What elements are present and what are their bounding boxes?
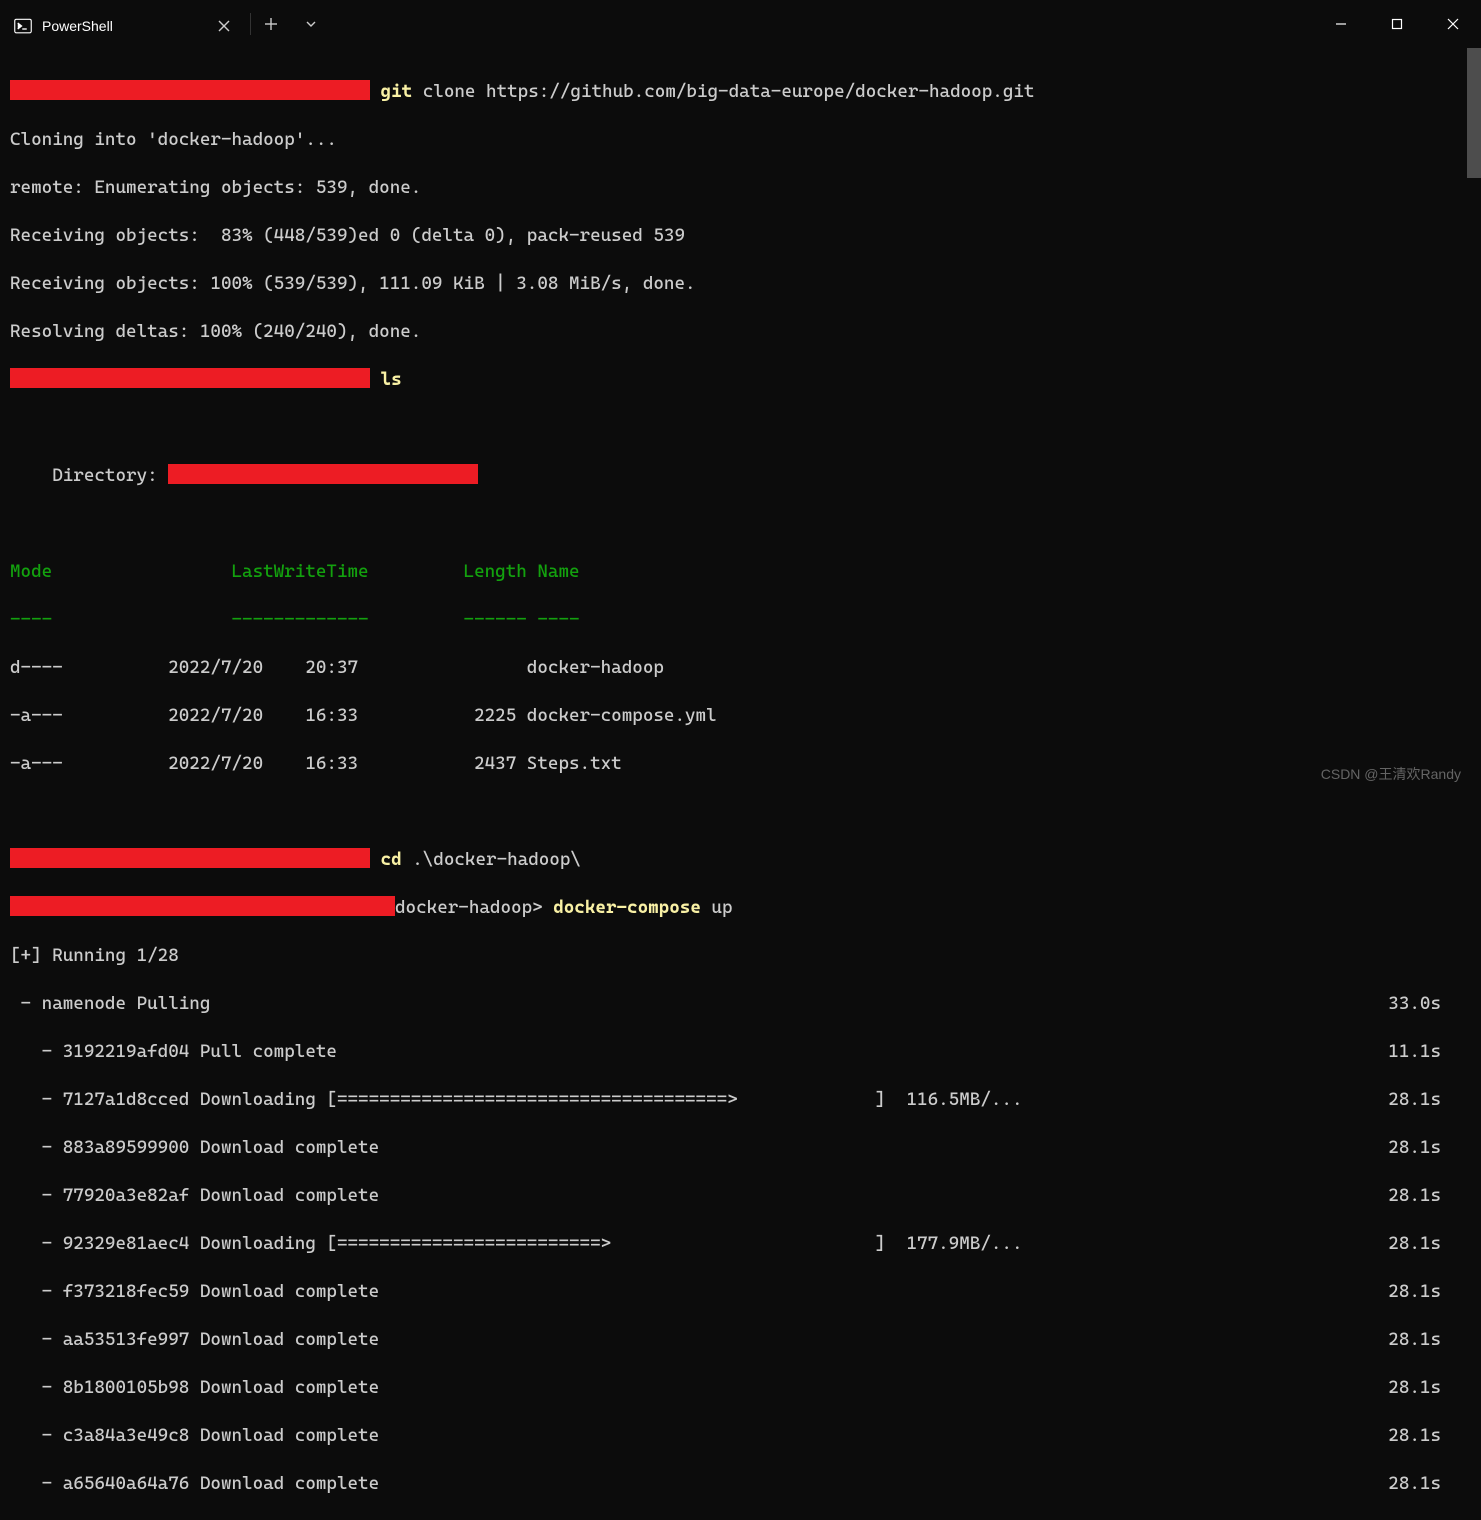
command-args: .\docker-hadoop\ [412, 849, 581, 870]
redacted-path [168, 464, 478, 484]
compose-line: - c3a84a3e49c8 Download complete 28.1s [10, 1424, 1481, 1448]
compose-text: - namenode Pulling [10, 992, 210, 1016]
compose-time: 28.1s [1388, 1088, 1441, 1112]
redacted-path [10, 848, 370, 868]
compose-time: 28.1s [1388, 1328, 1441, 1352]
redacted-path [10, 368, 370, 388]
blank-line [10, 512, 1481, 536]
command-ls: ls [381, 369, 402, 390]
prompt-line: ls [10, 368, 1481, 392]
directory-line: Directory: [10, 464, 1481, 488]
powershell-tab[interactable]: PowerShell [0, 6, 250, 48]
directory-label: Directory: [52, 465, 168, 486]
compose-time: 28.1s [1388, 1232, 1441, 1256]
hdr-lastwritetime: LastWriteTime [231, 561, 368, 582]
compose-text: - 3192219afd04 Pull complete [10, 1040, 337, 1064]
compose-text: - 883a89599900 Download complete [10, 1136, 379, 1160]
compose-line: - 8b1800105b98 Download complete 28.1s [10, 1376, 1481, 1400]
command-args: clone https://github.com/big-data-europe… [423, 81, 1035, 102]
tab-dropdown-button[interactable] [291, 0, 331, 48]
command-docker-compose: docker-compose [553, 897, 701, 918]
hdr-mode: Mode [10, 561, 52, 582]
close-button[interactable] [1425, 0, 1481, 48]
powershell-icon [14, 17, 32, 35]
compose-text: - 77920a3e82af Download complete [10, 1184, 379, 1208]
ls-header-sep: ---- ------------- ------ ---- [10, 608, 1481, 632]
compose-time: 28.1s [1388, 1376, 1441, 1400]
compose-line: - 92329e81aec4 Downloading [============… [10, 1232, 1481, 1256]
minimize-button[interactable] [1313, 0, 1369, 48]
ls-row: -a--- 2022/7/20 16:33 2225 docker-compos… [10, 704, 1481, 728]
compose-text: - a65640a64a76 Download complete [10, 1472, 379, 1496]
sep-lwt: ------------- [231, 609, 368, 630]
compose-line: - 7127a1d8cced Downloading [============… [10, 1088, 1481, 1112]
hdr-length: Length [464, 561, 527, 582]
prompt-line: git clone https://github.com/big-data-eu… [10, 80, 1481, 104]
compose-time: 28.1s [1388, 1472, 1441, 1496]
compose-text: - 92329e81aec4 Downloading [============… [10, 1232, 1023, 1256]
prompt-line: cd .\docker-hadoop\ [10, 848, 1481, 872]
terminal-output[interactable]: git clone https://github.com/big-data-eu… [0, 48, 1481, 1520]
window-titlebar: PowerShell [0, 0, 1481, 48]
output-line: Receiving objects: 83% (448/539)ed 0 (de… [10, 224, 1481, 248]
blank-line [10, 416, 1481, 440]
compose-line: - aa53513fe997 Download complete 28.1s [10, 1328, 1481, 1352]
watermark: CSDN @王清欢Randy [1321, 764, 1461, 784]
output-line: remote: Enumerating objects: 539, done. [10, 176, 1481, 200]
compose-line: - namenode Pulling 33.0s [10, 992, 1481, 1016]
sep-len: ------ [464, 609, 527, 630]
compose-line: - 883a89599900 Download complete 28.1s [10, 1136, 1481, 1160]
output-line: Receiving objects: 100% (539/539), 111.0… [10, 272, 1481, 296]
ls-row: -a--- 2022/7/20 16:33 2437 Steps.txt [10, 752, 1481, 776]
sep-mode: ---- [10, 609, 52, 630]
ls-row: d---- 2022/7/20 20:37 docker-hadoop [10, 656, 1481, 680]
ls-header: Mode LastWriteTime Length Name [10, 560, 1481, 584]
prompt-suffix: docker-hadoop> [395, 897, 553, 918]
compose-time: 28.1s [1388, 1184, 1441, 1208]
maximize-button[interactable] [1369, 0, 1425, 48]
compose-time: 28.1s [1388, 1136, 1441, 1160]
command-git: git [381, 81, 413, 102]
compose-time: 28.1s [1388, 1424, 1441, 1448]
compose-text: - 7127a1d8cced Downloading [============… [10, 1088, 1023, 1112]
compose-time: 28.1s [1388, 1280, 1441, 1304]
compose-line: - 3192219afd04 Pull complete 11.1s [10, 1040, 1481, 1064]
redacted-path [10, 896, 395, 916]
prompt-line: docker-hadoop> docker-compose up [10, 896, 1481, 920]
redacted-path [10, 80, 370, 100]
hdr-name: Name [537, 561, 579, 582]
command-args: up [711, 897, 732, 918]
compose-line: - f373218fec59 Download complete 28.1s [10, 1280, 1481, 1304]
window-controls [1313, 0, 1481, 48]
output-line: Resolving deltas: 100% (240/240), done. [10, 320, 1481, 344]
compose-header: [+] Running 1/28 [10, 944, 1481, 968]
blank-line [10, 800, 1481, 824]
compose-time: 33.0s [1388, 992, 1441, 1016]
compose-text: - f373218fec59 Download complete [10, 1280, 379, 1304]
new-tab-button[interactable] [251, 0, 291, 48]
command-cd: cd [381, 849, 402, 870]
compose-text: - c3a84a3e49c8 Download complete [10, 1424, 379, 1448]
compose-line: - 77920a3e82af Download complete 28.1s [10, 1184, 1481, 1208]
compose-line: - a65640a64a76 Download complete 28.1s [10, 1472, 1481, 1496]
output-line: Cloning into 'docker-hadoop'... [10, 128, 1481, 152]
sep-name: ---- [537, 609, 579, 630]
tab-close-button[interactable] [212, 14, 236, 38]
compose-text: - 8b1800105b98 Download complete [10, 1376, 379, 1400]
tabs-region: PowerShell [0, 0, 331, 48]
compose-text: - aa53513fe997 Download complete [10, 1328, 379, 1352]
scrollbar-thumb[interactable] [1467, 48, 1481, 178]
compose-time: 11.1s [1388, 1040, 1441, 1064]
tab-title: PowerShell [42, 18, 113, 34]
